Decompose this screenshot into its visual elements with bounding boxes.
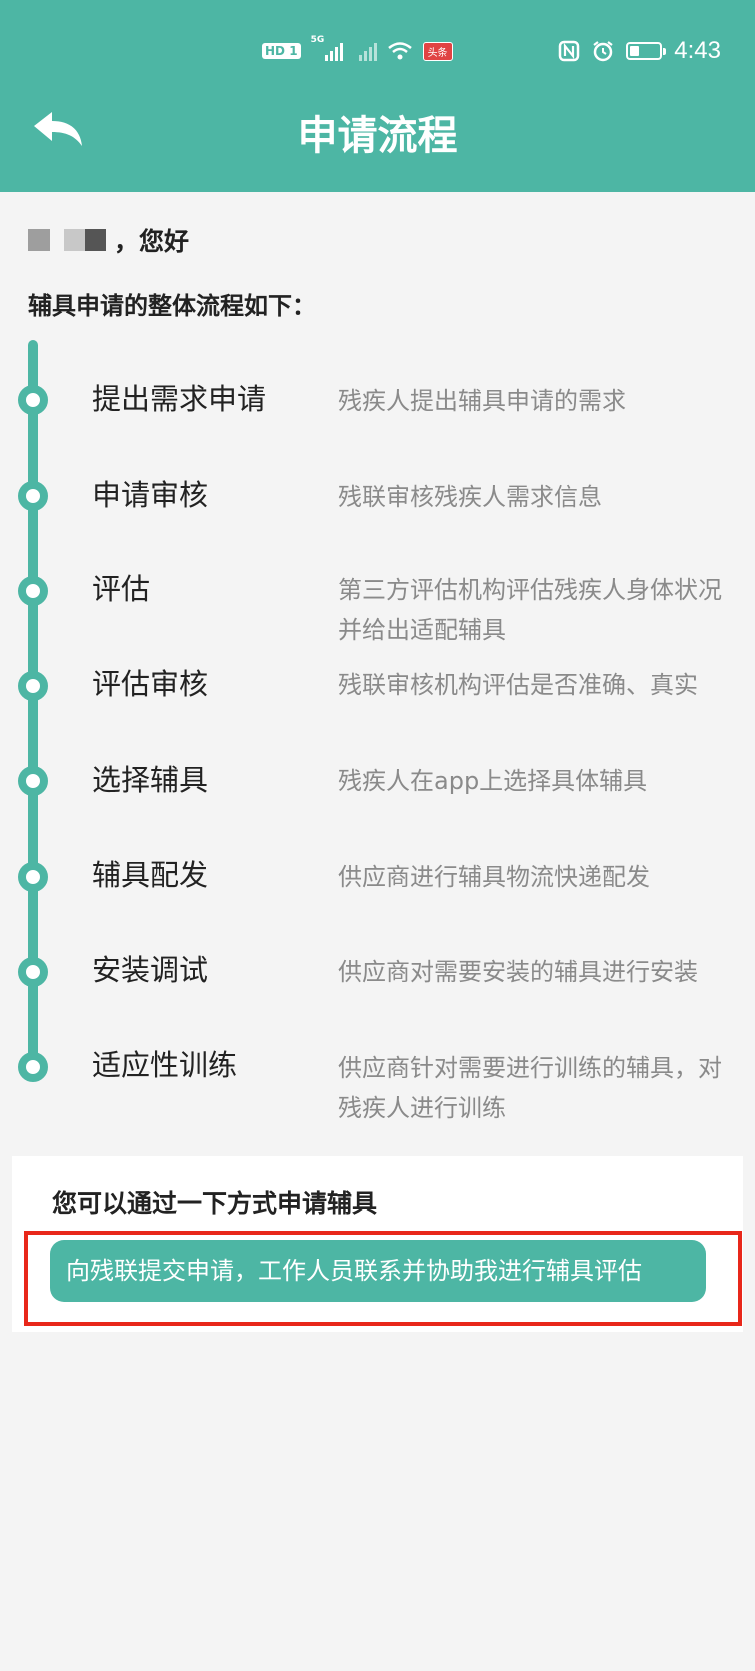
page-title: 申请流程 (297, 113, 458, 159)
step-description: 残疾人在app上选择具体辅具 (338, 767, 648, 795)
timeline-dot (18, 576, 48, 606)
step-title: 评估审核 (92, 667, 209, 701)
step-description: 供应商进行辅具物流快递配发 (338, 863, 650, 891)
step-description: 残疾人提出辅具申请的需求 (338, 387, 626, 415)
wifi-icon (387, 42, 412, 60)
flow-heading: 辅具申请的整体流程如下： (28, 292, 316, 320)
alarm-icon (593, 41, 613, 62)
step-title: 适应性训练 (92, 1048, 238, 1082)
signal-no-service-icon (353, 41, 377, 61)
status-icons-center: HD 1 5G 头条 (262, 35, 453, 64)
step-title: 提出需求申请 (92, 382, 267, 416)
signal-5g-icon: 5G (311, 35, 343, 61)
battery-icon (626, 42, 667, 60)
step-description: 残联审核机构评估是否准确、真实 (338, 671, 698, 699)
timeline-dot (18, 766, 48, 796)
status-icons-right: 4:43 (558, 36, 721, 66)
timeline-dot (18, 1052, 48, 1082)
timeline-dot (18, 385, 48, 415)
redacted-username (28, 229, 106, 251)
highlight-annotation-box (24, 1231, 742, 1326)
step-description: 残联审核残疾人需求信息 (338, 483, 602, 511)
step-title: 辅具配发 (92, 858, 209, 892)
step-description: 供应商针对需要进行训练的辅具，对残疾人进行训练 (338, 1054, 722, 1122)
hd-icon: HD 1 (262, 43, 301, 59)
step-title: 申请审核 (92, 478, 209, 512)
nfc-icon (559, 40, 580, 62)
step-title: 评估 (92, 572, 151, 606)
apply-heading: 您可以通过一下方式申请辅具 (52, 1189, 378, 1218)
status-bar: HD 1 5G 头条 4:43 (0, 0, 755, 100)
step-description: 供应商对需要安装的辅具进行安装 (338, 958, 698, 986)
status-time: 4:43 (674, 37, 721, 64)
timeline-dot (18, 671, 48, 701)
step-title: 安装调试 (92, 953, 209, 987)
news-app-badge-icon: 头条 (422, 41, 453, 61)
step-description: 第三方评估机构评估残疾人身体状况并给出适配辅具 (338, 576, 722, 644)
timeline-dot (18, 481, 48, 511)
greeting-text: ，您好 (114, 227, 190, 256)
step-title: 选择辅具 (92, 763, 209, 797)
greeting: ，您好 (28, 222, 189, 258)
timeline-dot (18, 957, 48, 987)
timeline-dot (18, 862, 48, 892)
